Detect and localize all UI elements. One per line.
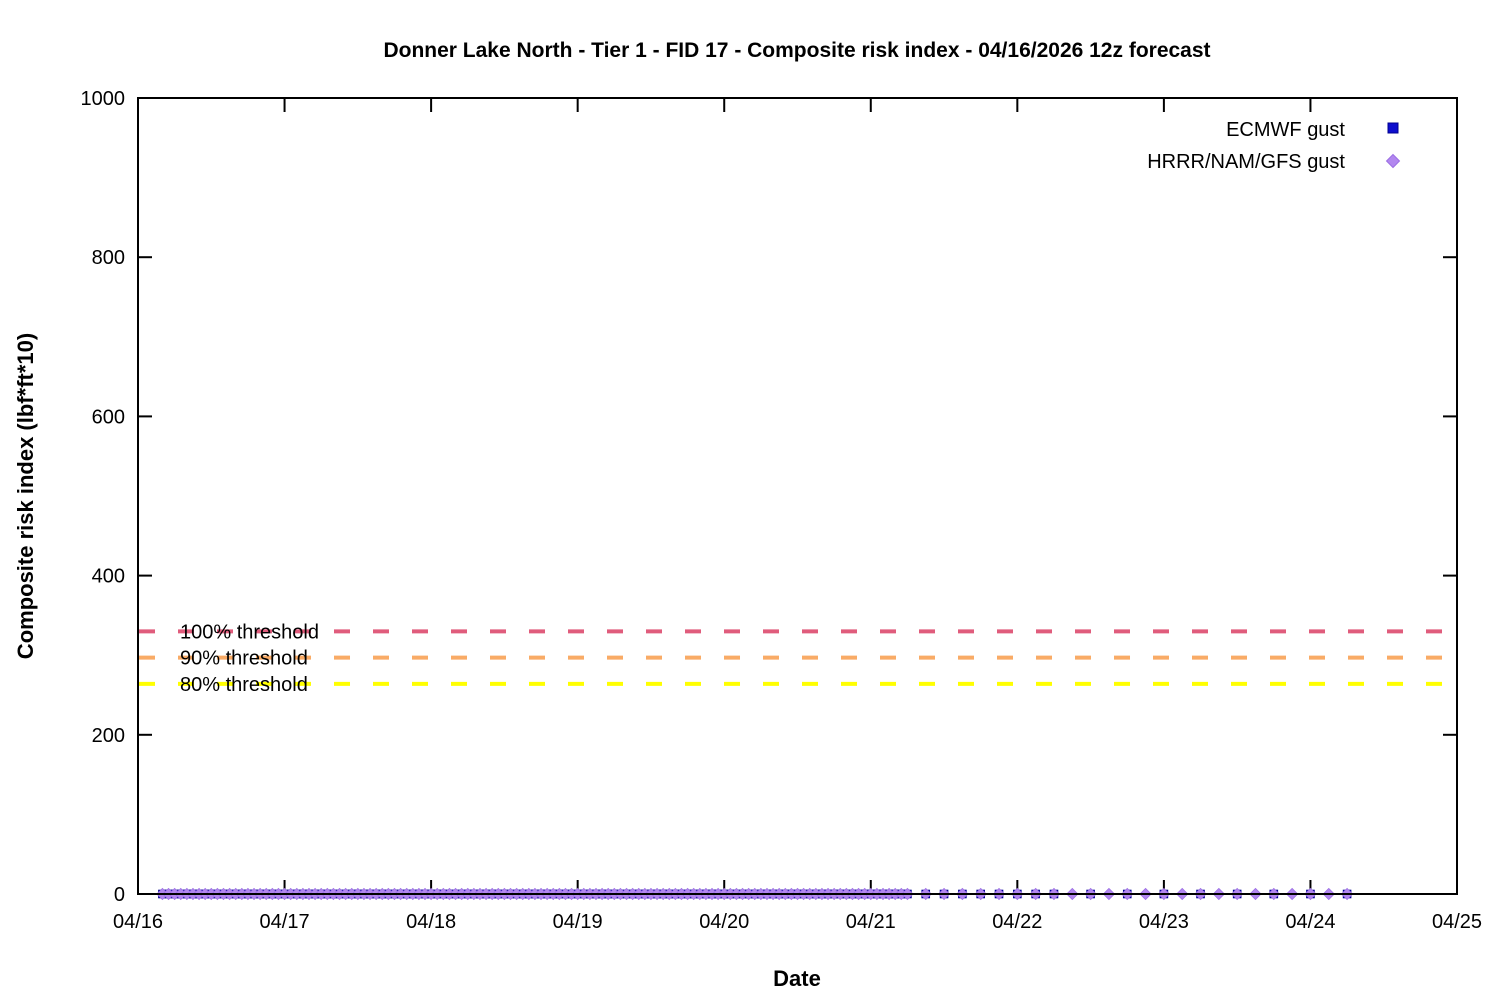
- x-tick-label: 04/23: [1139, 911, 1189, 933]
- y-tick-label: 0: [114, 884, 125, 906]
- y-tick-label: 400: [92, 566, 125, 588]
- x-tick-label: 04/16: [113, 911, 163, 933]
- y-tick-label: 200: [92, 725, 125, 747]
- x-tick-label: 04/17: [260, 911, 310, 933]
- legend-marker-diamond-icon: [1387, 155, 1400, 168]
- plot-generated-layer: 04/16 04/17 04/18 04/19 04/20 04/21 04/22 04/23…: [81, 88, 1483, 933]
- chart-canvas: 04/16 04/17 04/18 04/19 04/20 04/21 04/22 04/23…: [0, 0, 1500, 1000]
- x-tick-label: 04/21: [846, 911, 896, 933]
- threshold-label: 90% threshold: [180, 648, 308, 670]
- y-tick-label: 1000: [81, 88, 126, 110]
- y-axis-title: Composite risk index (lbf*ft*10): [13, 333, 38, 659]
- threshold-label: 80% threshold: [180, 674, 308, 696]
- x-tick-label: 04/24: [1285, 911, 1335, 933]
- x-tick-label: 04/18: [406, 911, 456, 933]
- x-tick-label: 04/19: [553, 911, 603, 933]
- legend-label-hrrr-nam-gfs: HRRR/NAM/GFS gust: [1147, 151, 1345, 173]
- legend: ECMWF gust HRRR/NAM/GFS gust: [1147, 119, 1399, 173]
- threshold-label: 100% threshold: [180, 621, 319, 643]
- x-tick-label: 04/25: [1432, 911, 1482, 933]
- forecast-chart: 04/16 04/17 04/18 04/19 04/20 04/21 04/22 04/23…: [0, 0, 1500, 1000]
- y-tick-label: 800: [92, 247, 125, 269]
- chart-title: Donner Lake North - Tier 1 - FID 17 - Co…: [383, 39, 1210, 62]
- legend-marker-square-icon: [1388, 123, 1398, 133]
- legend-label-ecmwf: ECMWF gust: [1226, 119, 1345, 141]
- x-tick-label: 04/20: [699, 911, 749, 933]
- y-tick-label: 600: [92, 406, 125, 428]
- plot-frame: [138, 98, 1457, 894]
- x-axis-title: Date: [773, 966, 821, 991]
- x-tick-label: 04/22: [992, 911, 1042, 933]
